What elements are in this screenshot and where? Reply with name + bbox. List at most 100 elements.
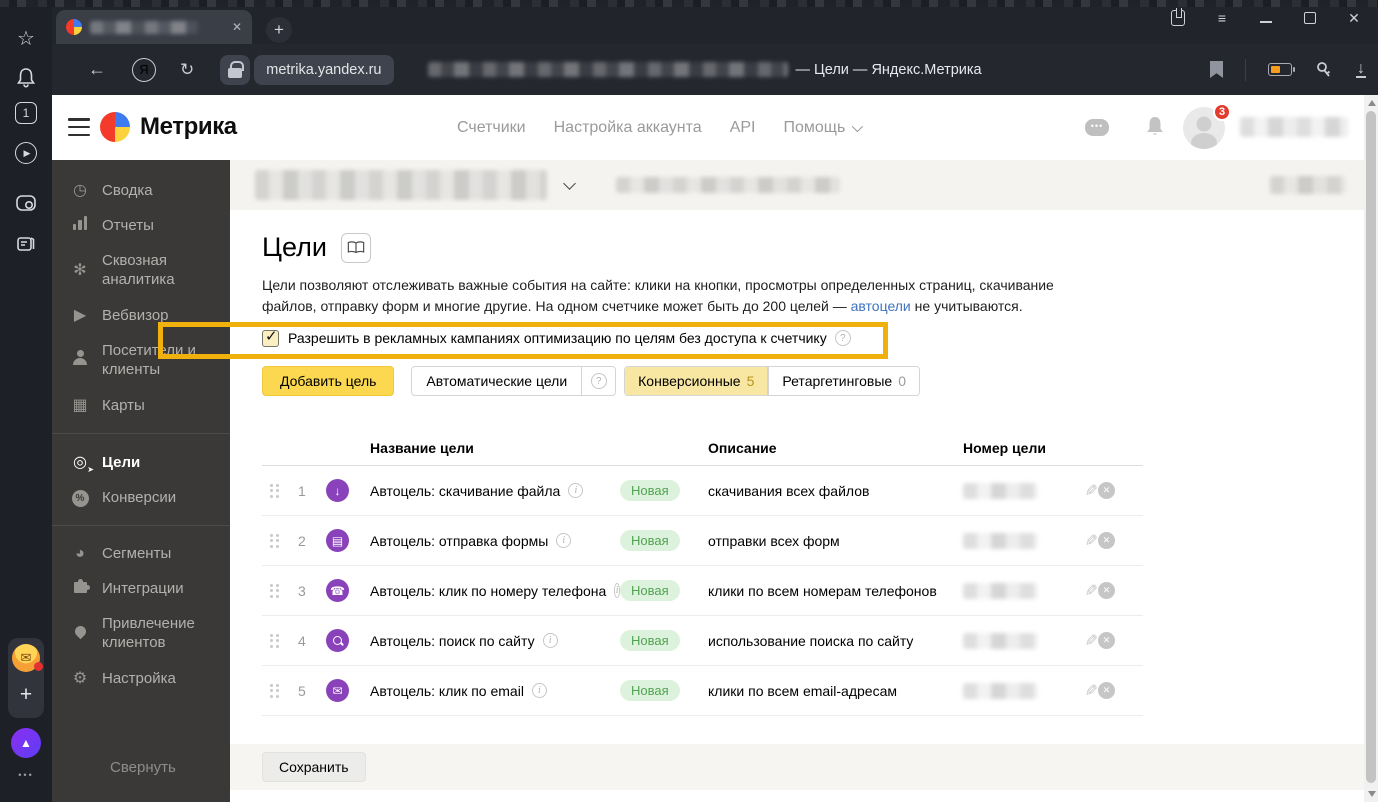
sidebar-item-webvisor[interactable]: ▶ Вебвизор (52, 297, 230, 333)
bar-chart-icon (70, 216, 90, 235)
nav-account-settings[interactable]: Настройка аккаунта (554, 119, 702, 137)
help-question-icon[interactable]: ? (835, 330, 851, 346)
sidebar-item-conversions[interactable]: % Конверсии (52, 480, 230, 515)
sidebar-item-maps[interactable]: ▦ Карты (52, 387, 230, 423)
browser-address-bar: ← Я ↻ metrika.yandex.ru — Цели — Яндекс.… (52, 44, 1378, 95)
scroll-up-arrow[interactable] (1368, 100, 1376, 106)
edit-pencil-icon[interactable]: ✎ (1068, 481, 1098, 501)
metrika-logo[interactable]: Метрика (100, 112, 237, 142)
counter-name-blurred[interactable] (255, 170, 547, 200)
sidebar-item-client-acquisition[interactable]: Привлечение клиентов (52, 606, 230, 660)
delete-icon[interactable]: ✕ (1098, 682, 1115, 699)
edit-pencil-icon[interactable]: ✎ (1068, 681, 1098, 701)
tab-retargeting-goals[interactable]: Ретаргетинговые0 (768, 367, 919, 395)
nav-api[interactable]: API (730, 119, 756, 137)
alice-assistant-icon[interactable]: ▲ (11, 728, 41, 758)
table-row: 1 ↓ Автоцель: скачивание файлаi Новая ск… (262, 466, 1143, 516)
scrollbar-thumb[interactable] (1366, 111, 1376, 783)
snowflake-icon: ✻ (70, 260, 90, 280)
minimize-icon[interactable] (1256, 8, 1276, 28)
window-edge-noise (0, 0, 1378, 7)
delete-icon[interactable]: ✕ (1098, 532, 1115, 549)
video-play-icon[interactable]: ▶ (15, 142, 37, 164)
sidebar-item-integrations[interactable]: Интеграции (52, 571, 230, 606)
bookmark-flag-icon[interactable] (1210, 61, 1223, 78)
info-icon[interactable]: i (543, 633, 558, 648)
app-menu-burger-icon[interactable] (68, 118, 90, 136)
pie-chart-icon: ◕ (70, 545, 90, 563)
brand-name: Метрика (140, 113, 237, 141)
power-saving-icon[interactable] (1268, 63, 1292, 76)
browser-menu-icon[interactable]: ≡ (1212, 8, 1232, 28)
delete-icon[interactable]: ✕ (1098, 582, 1115, 599)
metrika-app: Метрика Счетчики Настройка аккаунта API … (52, 95, 1364, 802)
browser-tab[interactable]: ✕ (56, 10, 252, 44)
status-badge: Новая (620, 480, 680, 501)
pinned-apps-group: ✉ + (8, 638, 44, 718)
info-icon[interactable]: i (556, 533, 571, 548)
edit-pencil-icon[interactable]: ✎ (1068, 581, 1098, 601)
sidebar-collapse-button[interactable]: Свернуть (52, 759, 230, 776)
drag-handle-icon[interactable] (270, 584, 281, 598)
tab-title-blurred (90, 21, 198, 34)
downloads-icon[interactable]: ↓ (1356, 61, 1366, 78)
support-chat-icon[interactable]: ••• (1085, 119, 1109, 136)
drag-handle-icon[interactable] (270, 534, 281, 548)
auto-goals-button[interactable]: Автоматические цели (412, 373, 581, 389)
tab-conversion-goals[interactable]: Конверсионные5 (625, 367, 768, 395)
secure-lock-icon[interactable] (220, 55, 250, 85)
notifications-bell-icon[interactable] (0, 58, 52, 98)
autogoals-link[interactable]: автоцели (851, 298, 911, 314)
username-blurred (1240, 117, 1348, 137)
delete-icon[interactable]: ✕ (1098, 632, 1115, 649)
info-icon[interactable]: i (568, 483, 583, 498)
sidebar-item-cross-analytics[interactable]: ✻ Сквозная аналитика (52, 243, 230, 297)
scroll-down-arrow[interactable] (1368, 791, 1376, 797)
screenshot-camera-icon[interactable] (0, 184, 52, 224)
more-options-icon[interactable]: ••• (0, 770, 52, 780)
edit-pencil-icon[interactable]: ✎ (1068, 531, 1098, 551)
url-path-blurred (428, 62, 788, 77)
sidebar-item-settings[interactable]: ⚙ Настройка (52, 660, 230, 696)
counter-meta-blurred (1270, 176, 1346, 194)
sidebar-item-visitors[interactable]: Посетители и клиенты (52, 333, 230, 387)
key-extension-icon[interactable] (1314, 60, 1334, 80)
nav-counters[interactable]: Счетчики (457, 119, 526, 137)
close-window-icon[interactable]: ✕ (1344, 8, 1364, 28)
nav-help[interactable]: Помощь (783, 119, 860, 137)
info-icon[interactable]: i (532, 683, 547, 698)
sidebar-divider (52, 433, 230, 434)
tab-close-icon[interactable]: ✕ (232, 20, 242, 34)
page-scrollbar[interactable] (1364, 95, 1378, 802)
favorites-star-icon[interactable]: ☆ (0, 18, 52, 58)
optimization-checkbox[interactable] (262, 330, 279, 347)
add-goal-button[interactable]: Добавить цель (262, 366, 394, 396)
drag-handle-icon[interactable] (270, 634, 281, 648)
notes-icon[interactable] (0, 224, 52, 264)
yandex-services-icon[interactable]: Я (132, 58, 156, 82)
edit-pencil-icon[interactable]: ✎ (1068, 631, 1098, 651)
drag-handle-icon[interactable] (270, 684, 281, 698)
status-badge: Новая (620, 580, 680, 601)
app-notifications-icon[interactable] (1144, 115, 1166, 139)
sidebar-item-goals[interactable]: ◎➤ Цели (52, 444, 230, 480)
play-icon: ▶ (70, 305, 90, 325)
sidebar-item-segments[interactable]: ◕ Сегменты (52, 536, 230, 571)
tab-counter-icon[interactable]: 1 (15, 102, 37, 124)
auto-goals-help[interactable]: ? (581, 367, 615, 395)
back-icon[interactable]: ← (88, 59, 106, 80)
delete-icon[interactable]: ✕ (1098, 482, 1115, 499)
sidebar-item-summary[interactable]: ◷ Сводка (52, 172, 230, 208)
docs-book-button[interactable] (341, 233, 371, 263)
add-app-button[interactable]: + (8, 680, 44, 710)
new-tab-button[interactable]: + (266, 17, 292, 43)
chevron-down-icon[interactable] (563, 177, 576, 190)
reload-icon[interactable]: ↻ (180, 60, 194, 80)
maximize-icon[interactable] (1300, 8, 1320, 28)
save-button[interactable]: Сохранить (262, 752, 366, 782)
sidebar-item-reports[interactable]: Отчеты (52, 208, 230, 243)
url-domain[interactable]: metrika.yandex.ru (254, 55, 393, 85)
side-panels-icon[interactable] (1168, 8, 1188, 28)
address-bar-actions: ↓ (1210, 44, 1366, 95)
drag-handle-icon[interactable] (270, 484, 281, 498)
